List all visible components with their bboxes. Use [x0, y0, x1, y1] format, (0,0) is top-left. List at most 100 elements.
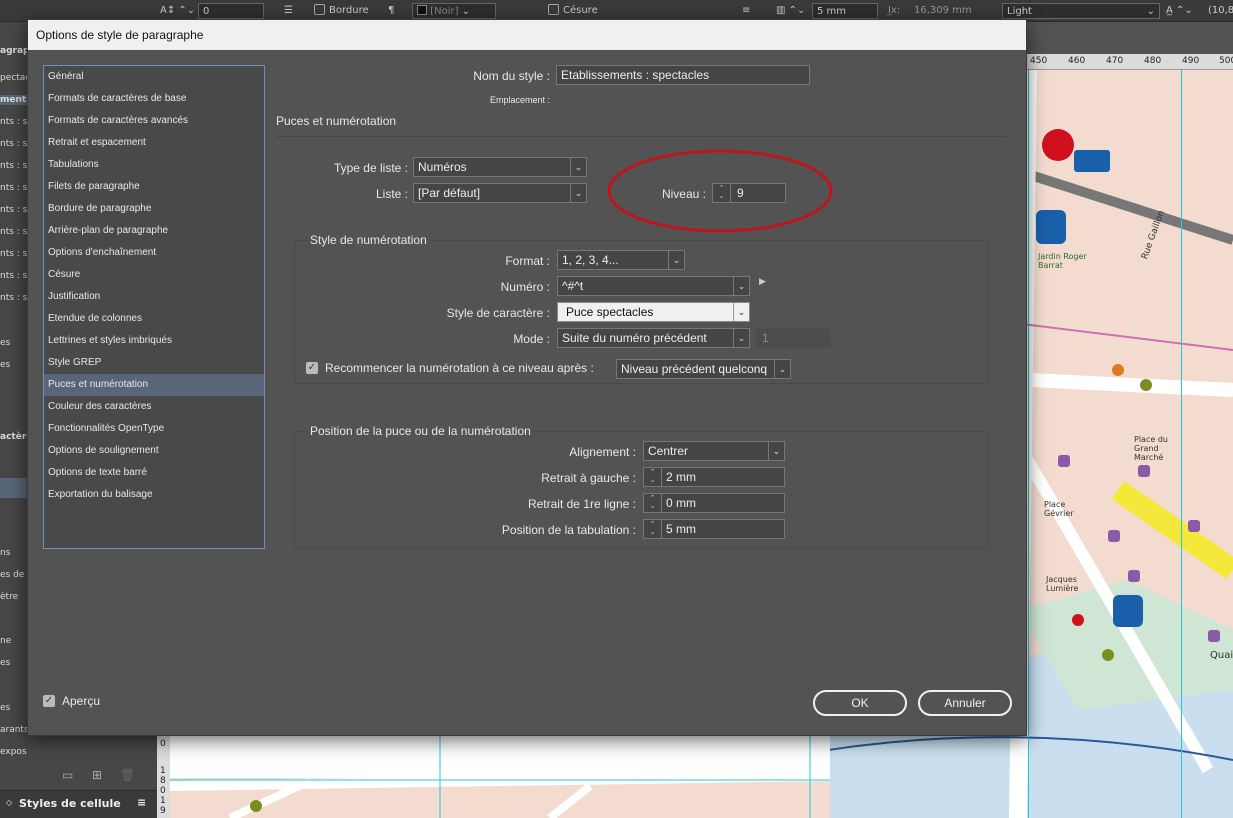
panel-item[interactable]: ètre	[0, 592, 18, 602]
panel-item[interactable]: nts : s	[0, 117, 27, 127]
trash-icon[interactable]: 🗑	[120, 768, 135, 782]
category-item[interactable]: Style GREP	[44, 352, 264, 374]
panel-item[interactable]: ns	[0, 548, 10, 558]
panel-item[interactable]: nts : s	[0, 227, 27, 237]
panel-item[interactable]: expos	[0, 747, 27, 757]
panel-item[interactable]: nts : s	[0, 161, 27, 171]
cancel-button[interactable]: Annuler	[918, 690, 1012, 716]
vruler-tick: 1	[160, 766, 166, 776]
stepper-icon[interactable]: ⌃ ⌄	[644, 520, 662, 538]
category-item[interactable]: Etendue de colonnes	[44, 308, 264, 330]
position-title: Position de la puce ou de la numérotatio…	[308, 424, 533, 438]
style-name-label: Nom du style :	[473, 69, 550, 83]
gutter-field[interactable]: 5 mm	[812, 3, 878, 19]
category-item[interactable]: Options d'enchaînement	[44, 242, 264, 264]
category-item[interactable]: Exportation du balisage	[44, 484, 264, 506]
category-item[interactable]: Césure	[44, 264, 264, 286]
stepper-icon[interactable]: ⌃ ⌄	[713, 184, 731, 202]
leading-value: (10,8	[1208, 5, 1233, 16]
char-style-select[interactable]: Puce spectacles ⌄	[557, 302, 750, 322]
page-canvas-bottom	[170, 736, 830, 818]
category-item[interactable]: Formats de caractères avancés	[44, 110, 264, 132]
category-item[interactable]: Filets de paragraphe	[44, 176, 264, 198]
leading-icon[interactable]: A̲ ⌃⌄	[1166, 3, 1193, 19]
vruler-tick: 0	[160, 786, 166, 796]
border-checkbox[interactable]: Bordure	[314, 3, 369, 19]
alignment-select[interactable]: Centrer ⌄	[643, 441, 785, 461]
tab-position-input[interactable]: ⌃ ⌄ 5 mm	[643, 519, 785, 539]
category-item[interactable]: Options de soulignement	[44, 440, 264, 462]
panel-item[interactable]: nts : s	[0, 293, 27, 303]
char-style-label: Style de caractère :	[446, 306, 550, 320]
dialog-title: Options de style de paragraphe	[28, 20, 1026, 50]
panel-item[interactable]: ne	[0, 636, 11, 646]
hyphenation-checkbox[interactable]: Césure	[548, 3, 598, 19]
panel-item[interactable]: nts : s	[0, 183, 27, 193]
panel-item[interactable]: nts : s	[0, 271, 27, 281]
panel-item[interactable]: pectac	[0, 73, 28, 83]
columns-icon[interactable]: ▥ ⌃⌄	[776, 3, 805, 19]
panel-item[interactable]: es de th	[0, 570, 28, 580]
panel-item[interactable]: nts : s	[0, 249, 27, 259]
collapse-icon[interactable]: ◇	[6, 798, 12, 807]
panel-item[interactable]: nts : s	[0, 139, 27, 149]
number-input[interactable]: ^#^t ⌄	[557, 276, 750, 296]
style-name-input[interactable]: Etablissements : spectacles	[556, 65, 810, 85]
level-value: 9	[737, 186, 744, 200]
panel-footer: ▭ ⊞ 🗑	[28, 736, 158, 790]
paragraph-style-options-dialog: Options de style de paragraphe Général F…	[27, 19, 1027, 736]
panel-menu-icon[interactable]: ≡	[137, 796, 146, 809]
list-select[interactable]: [Par défaut] ⌄	[413, 183, 587, 203]
preview-checkbox[interactable]: ✓	[43, 695, 55, 707]
category-item[interactable]: Arrière-plan de paragraphe	[44, 220, 264, 242]
first-line-input[interactable]: ⌃ ⌄ 0 mm	[643, 493, 785, 513]
paragraph-icon[interactable]: ¶	[388, 3, 394, 19]
ok-button[interactable]: OK	[813, 690, 907, 716]
level-spinner[interactable]: ⌃ ⌄ 9	[712, 183, 786, 203]
font-style-select[interactable]: Light ⌄	[1002, 3, 1160, 19]
category-item[interactable]: Justification	[44, 286, 264, 308]
tracking-field[interactable]: 0	[198, 3, 264, 19]
char-style-value: Puce spectacles	[566, 305, 654, 319]
map-label: Place du Grand Marché	[1134, 435, 1168, 462]
mode-start-number: 1	[755, 328, 831, 348]
stepper-icon[interactable]: ⌃ ⌄	[644, 468, 662, 486]
restart-select[interactable]: Niveau précédent quelconq ⌄	[616, 359, 791, 379]
panel-item[interactable]: es	[0, 658, 10, 668]
cell-styles-tab[interactable]: ◇ Styles de cellule ≡	[0, 790, 158, 818]
category-item[interactable]: Bordure de paragraphe	[44, 198, 264, 220]
position-group	[294, 431, 988, 549]
category-item[interactable]: Formats de caractères de base	[44, 88, 264, 110]
vruler-tick: 1	[160, 796, 166, 806]
border-color-select[interactable]: [Noir] ⌄	[412, 3, 496, 19]
new-style-icon[interactable]: ⊞	[92, 768, 102, 782]
restart-checkbox[interactable]: ✓	[306, 362, 318, 374]
panel-item[interactable]: es	[0, 360, 10, 370]
chevron-down-icon: ⌄	[733, 329, 749, 347]
stepper-icon[interactable]: ⌃ ⌄	[644, 494, 662, 512]
list-type-select[interactable]: Numéros ⌄	[413, 157, 587, 177]
left-indent-input[interactable]: ⌃ ⌄ 2 mm	[643, 467, 785, 487]
panel-item[interactable]: ments	[0, 95, 28, 105]
folder-icon[interactable]: ▭	[62, 768, 73, 782]
category-item[interactable]: Tabulations	[44, 154, 264, 176]
kerning-icon[interactable]: A↕ ⌃⌄	[160, 3, 195, 19]
category-item[interactable]: Options de texte barré	[44, 462, 264, 484]
category-item[interactable]: Fonctionnalités OpenType	[44, 418, 264, 440]
special-chars-arrow-icon[interactable]: ▶	[759, 277, 766, 287]
format-select[interactable]: 1, 2, 3, 4... ⌄	[557, 250, 685, 270]
panel-item[interactable]: arants	[0, 725, 28, 735]
category-item[interactable]: Retrait et espacement	[44, 132, 264, 154]
category-item[interactable]: Couleur des caractères	[44, 396, 264, 418]
panel-item[interactable]: es	[0, 703, 10, 713]
panel-item[interactable]: nts : s	[0, 205, 27, 215]
panel-item[interactable]: es	[0, 338, 10, 348]
mode-select[interactable]: Suite du numéro précédent ⌄	[557, 328, 750, 348]
category-item-selected[interactable]: Puces et numérotation	[44, 374, 264, 396]
category-item[interactable]: Lettrines et styles imbriqués	[44, 330, 264, 352]
level-label: Niveau :	[661, 187, 706, 201]
category-item[interactable]: Général	[44, 66, 264, 88]
align-icon[interactable]: ≡	[742, 3, 750, 19]
panel-selected-row[interactable]	[0, 478, 28, 498]
list-icon[interactable]: ☰	[284, 3, 293, 19]
